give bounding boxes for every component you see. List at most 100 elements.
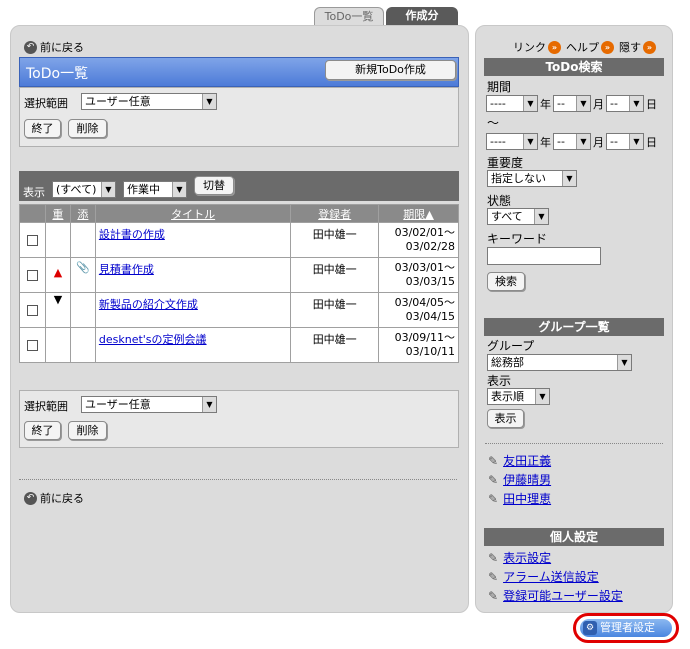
page-title: ToDo一覧 xyxy=(26,66,89,82)
deadline-end: 03/03/15 xyxy=(405,275,455,288)
range-label: 選択範囲 xyxy=(24,97,68,110)
attach-sort-link[interactable]: 添 xyxy=(77,208,88,221)
chevron-down-icon: ▼ xyxy=(534,209,548,224)
month-label: 月 xyxy=(593,97,604,111)
settings-item[interactable]: ✎ 登録可能ユーザー設定 xyxy=(488,587,623,606)
user-link[interactable]: 友田正義 xyxy=(503,454,551,468)
importance-column-header[interactable]: 重 xyxy=(44,204,71,223)
delete-button[interactable]: 削除 xyxy=(68,119,107,138)
chevron-down-icon: ▼ xyxy=(172,182,186,197)
to-month-select[interactable]: -- ▼ xyxy=(553,133,591,150)
double-chevron-right-icon[interactable]: » xyxy=(548,40,561,54)
deadline-end: 03/02/28 xyxy=(405,240,455,253)
day-label: 日 xyxy=(646,97,657,111)
registrant-cell: 田中雄一 xyxy=(290,327,380,363)
switch-button[interactable]: 切替 xyxy=(194,176,234,195)
settings-item[interactable]: ✎ アラーム送信設定 xyxy=(488,568,623,587)
from-month-select[interactable]: -- ▼ xyxy=(553,95,591,112)
user-link[interactable]: 田中理恵 xyxy=(503,492,551,506)
status-label: 状態 xyxy=(487,194,512,208)
range-select[interactable]: ユーザー任意 ▼ xyxy=(81,396,217,413)
period-label: 期間 xyxy=(487,80,512,94)
finish-button[interactable]: 終了 xyxy=(24,119,61,138)
status-select[interactable]: すべて ▼ xyxy=(487,208,549,225)
todo-title-link[interactable]: 新製品の紹介文作成 xyxy=(99,298,198,311)
todo-title-link[interactable]: desknet'sの定例会議 xyxy=(99,333,207,346)
importance-low-icon: ▼ xyxy=(44,292,71,328)
user-item[interactable]: ✎ 友田正義 xyxy=(488,452,551,471)
to-day-select[interactable]: -- ▼ xyxy=(606,133,644,150)
tab-todo-list[interactable]: ToDo一覧 xyxy=(314,7,384,25)
alarm-settings-link[interactable]: アラーム送信設定 xyxy=(503,570,599,584)
tab-created[interactable]: 作成分 xyxy=(386,7,458,25)
to-month-value: -- xyxy=(557,135,565,148)
range-panel-bottom: 選択範囲 ユーザー任意 ▼ 終了 削除 xyxy=(19,390,459,448)
chevron-down-icon: ▼ xyxy=(617,355,631,370)
user-registration-settings-link[interactable]: 登録可能ユーザー設定 xyxy=(503,589,623,603)
registrant-column-header[interactable]: 登録者 xyxy=(290,204,380,223)
keyword-input[interactable] xyxy=(487,247,601,265)
display-settings-link[interactable]: 表示設定 xyxy=(503,551,551,565)
range-label: 選択範囲 xyxy=(24,400,68,413)
hide-label[interactable]: 隠す xyxy=(619,39,641,55)
to-year-select[interactable]: ---- ▼ xyxy=(486,133,538,150)
todo-list: 表示 (すべて) ▼ 作業中 ▼ 切替 重 添 タイトル 登録者 期限▲ 設計書の作… xyxy=(19,171,459,366)
from-year-select[interactable]: ---- ▼ xyxy=(486,95,538,112)
search-header: ToDo検索 xyxy=(484,58,664,76)
importance-sort-link[interactable]: 重 xyxy=(52,208,63,221)
list-toolbar: 表示 (すべて) ▼ 作業中 ▼ 切替 xyxy=(19,171,459,201)
registrant-sort-link[interactable]: 登録者 xyxy=(318,208,351,221)
deadline-column-header[interactable]: 期限▲ xyxy=(378,204,459,223)
day-label: 日 xyxy=(646,135,657,149)
delete-button[interactable]: 削除 xyxy=(68,421,107,440)
todo-table: 重 添 タイトル 登録者 期限▲ 設計書の作成 田中雄一 03/02/01～ 03… xyxy=(19,204,459,363)
double-chevron-right-icon[interactable]: » xyxy=(601,40,614,54)
deadline-sort-link[interactable]: 期限▲ xyxy=(403,208,433,221)
chevron-down-icon: ▼ xyxy=(535,389,549,404)
search-button[interactable]: 検索 xyxy=(487,272,525,291)
row-checkbox[interactable] xyxy=(26,235,38,246)
user-item[interactable]: ✎ 伊藤晴男 xyxy=(488,471,551,490)
page-title-bar: ToDo一覧 新規ToDo作成 xyxy=(19,57,459,87)
row-checkbox[interactable] xyxy=(26,340,38,351)
range-select[interactable]: ユーザー任意 ▼ xyxy=(81,93,217,110)
display-order-select[interactable]: 表示順 ▼ xyxy=(487,388,550,405)
title-column-header[interactable]: タイトル xyxy=(94,204,292,223)
filter-all-select[interactable]: (すべて) ▼ xyxy=(52,181,116,198)
new-todo-button[interactable]: 新規ToDo作成 xyxy=(325,60,456,80)
double-chevron-right-icon[interactable]: » xyxy=(643,40,656,54)
back-label: 前に戻る xyxy=(40,41,84,54)
registrant-cell: 田中雄一 xyxy=(290,222,380,258)
row-checkbox[interactable] xyxy=(26,305,38,316)
title-sort-link[interactable]: タイトル xyxy=(171,208,215,221)
filter-all-value: (すべて) xyxy=(56,183,97,196)
table-header-row: 重 添 タイトル 登録者 期限▲ xyxy=(19,204,459,223)
row-checkbox[interactable] xyxy=(26,270,38,281)
finish-button[interactable]: 終了 xyxy=(24,421,61,440)
table-row: 設計書の作成 田中雄一 03/02/01～ 03/02/28 xyxy=(19,222,459,258)
chevron-down-icon: ▼ xyxy=(202,94,216,109)
registrant-cell: 田中雄一 xyxy=(290,292,380,328)
from-day-select[interactable]: -- ▼ xyxy=(606,95,644,112)
importance-select[interactable]: 指定しない ▼ xyxy=(487,170,577,187)
pencil-icon: ✎ xyxy=(488,589,499,603)
admin-settings-button[interactable]: ⚙ 管理者設定 xyxy=(580,619,672,637)
help-label[interactable]: ヘルプ xyxy=(566,39,599,55)
user-link[interactable]: 伊藤晴男 xyxy=(503,473,551,487)
back-link-bottom[interactable]: ↶ 前に戻る xyxy=(24,490,84,506)
range-select-value: ユーザー任意 xyxy=(85,95,151,108)
todo-title-link[interactable]: 設計書の作成 xyxy=(99,228,165,241)
settings-item[interactable]: ✎ 表示設定 xyxy=(488,549,623,568)
filter-status-select[interactable]: 作業中 ▼ xyxy=(123,181,187,198)
link-label[interactable]: リンク xyxy=(513,39,546,55)
attach-column-header[interactable]: 添 xyxy=(69,204,96,223)
back-link[interactable]: ↶ 前に戻る xyxy=(24,39,84,55)
user-list: ✎ 友田正義 ✎ 伊藤晴男 ✎ 田中理恵 xyxy=(488,452,551,509)
todo-title-link[interactable]: 見積書作成 xyxy=(99,263,154,276)
group-select[interactable]: 総務部 ▼ xyxy=(487,354,632,371)
pencil-icon: ✎ xyxy=(488,473,499,487)
admin-settings-label: 管理者設定 xyxy=(600,621,655,634)
user-item[interactable]: ✎ 田中理恵 xyxy=(488,490,551,509)
group-display-button[interactable]: 表示 xyxy=(487,409,524,428)
importance-high-icon: ▲ xyxy=(44,257,71,293)
